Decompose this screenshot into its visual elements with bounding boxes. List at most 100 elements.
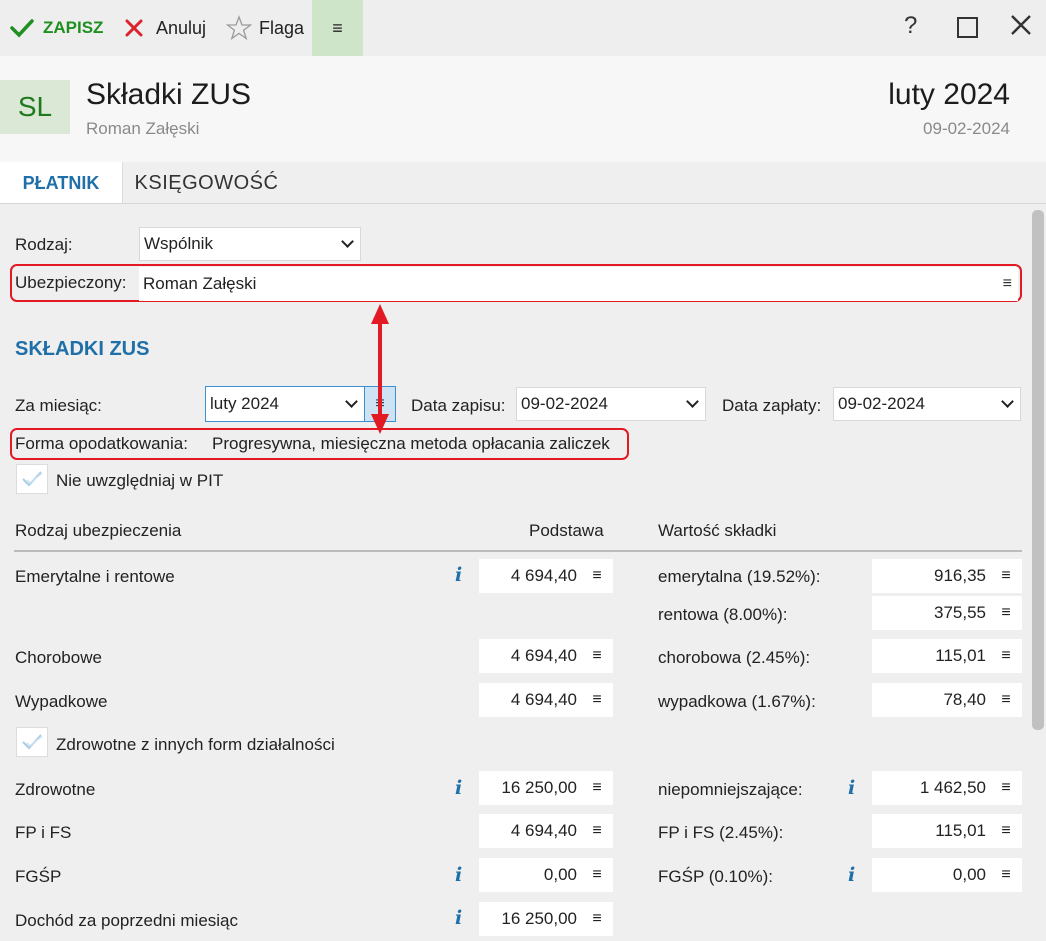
page-title: Składki ZUS <box>86 78 252 111</box>
checkmark-icon <box>10 19 34 38</box>
save-label: ZAPISZ <box>43 18 104 37</box>
flag-label: Flaga <box>259 17 305 38</box>
info-icon[interactable]: i <box>455 777 462 799</box>
ubezpieczony-label: Ubezpieczony: <box>15 273 127 292</box>
list-menu-icon[interactable]: ≡ <box>990 604 1022 622</box>
row-label-dochod: Dochód za poprzedni miesiąc <box>15 911 239 930</box>
flag-button[interactable]: Flaga <box>226 0 304 56</box>
zdrowotne-inne-label: Zdrowotne z innych form działalności <box>56 735 335 754</box>
info-icon[interactable]: i <box>848 864 855 886</box>
nie-uwzgledniaj-pit-checkbox[interactable] <box>16 464 48 494</box>
maximize-button[interactable] <box>957 17 978 38</box>
base-value: 16 250,00 <box>501 778 577 797</box>
value-label-rentowa: rentowa (8.00%): <box>658 605 788 624</box>
question-icon: ? <box>904 12 918 39</box>
list-menu-icon[interactable]: ≡ <box>581 647 613 665</box>
contribution-value: 115,01 <box>935 821 986 840</box>
tab-divider <box>0 203 1046 204</box>
rodzaj-value: Wspólnik <box>144 234 213 253</box>
row-label-chorobowe: Chorobowe <box>15 648 102 667</box>
help-button[interactable]: ? <box>904 12 917 40</box>
column-header-podstawa: Podstawa <box>529 521 604 540</box>
list-menu-icon[interactable]: ≡ <box>990 691 1022 709</box>
menu-icon: ≡ <box>332 17 343 38</box>
value-field-emerytalna[interactable]: 916,35 ≡ <box>872 559 1022 593</box>
document-date: 09-02-2024 <box>923 119 1010 138</box>
base-value: 4 694,40 <box>510 566 577 585</box>
contribution-value: 78,40 <box>943 690 986 709</box>
table-header-divider <box>14 550 1022 552</box>
document-type-badge: SL <box>0 80 70 134</box>
close-button[interactable] <box>1010 14 1032 41</box>
base-field-zdrowotne[interactable]: 16 250,00 ≡ <box>479 771 613 805</box>
zdrowotne-inne-checkbox[interactable] <box>16 727 48 757</box>
base-field-emerytalne[interactable]: 4 694,40 ≡ <box>479 559 613 593</box>
base-value: 4 694,40 <box>510 646 577 665</box>
base-value: 4 694,40 <box>510 821 577 840</box>
list-menu-icon[interactable]: ≡ <box>990 822 1022 840</box>
value-label-emerytalna: emerytalna (19.52%): <box>658 567 821 586</box>
list-menu-icon[interactable]: ≡ <box>581 822 613 840</box>
contribution-value: 1 462,50 <box>919 778 986 797</box>
tab-platnik[interactable]: PŁATNIK <box>0 162 123 204</box>
base-field-fgsp[interactable]: 0,00 ≡ <box>479 858 613 892</box>
value-field-fgsp[interactable]: 0,00 ≡ <box>872 858 1022 892</box>
chevron-down-icon <box>341 235 354 248</box>
list-menu-icon[interactable]: ≡ <box>581 910 613 928</box>
list-menu-icon[interactable]: ≡ <box>581 779 613 797</box>
chevron-down-icon <box>345 395 358 408</box>
list-menu-icon[interactable]: ≡ <box>990 866 1022 884</box>
contribution-value: 0,00 <box>952 865 986 884</box>
base-value: 16 250,00 <box>501 909 577 928</box>
base-field-chorobowe[interactable]: 4 694,40 ≡ <box>479 639 613 673</box>
row-label-fpfs: FP i FS <box>15 823 72 842</box>
value-field-chorobowa[interactable]: 115,01 ≡ <box>872 639 1022 673</box>
period-label: luty 2024 <box>888 78 1010 111</box>
annotation-arrow-icon <box>371 304 389 434</box>
base-field-fpfs[interactable]: 4 694,40 ≡ <box>479 814 613 848</box>
list-menu-icon[interactable]: ≡ <box>581 567 613 585</box>
value-label-niepomniejszajace: niepomniejszające: <box>658 780 803 799</box>
za-miesiac-select[interactable]: luty 2024 <box>205 386 365 422</box>
row-label-wypadkowe: Wypadkowe <box>15 692 108 711</box>
ubezpieczony-field[interactable]: Roman Załęski ≡ <box>139 267 1018 301</box>
list-menu-icon[interactable]: ≡ <box>1003 275 1012 293</box>
info-icon[interactable]: i <box>455 864 462 886</box>
data-zapisu-select[interactable]: 09-02-2024 <box>516 387 706 421</box>
data-zapisu-value: 09-02-2024 <box>521 394 608 413</box>
rodzaj-label: Rodzaj: <box>15 235 73 254</box>
save-button[interactable]: ZAPISZ <box>10 0 103 56</box>
ubezpieczony-value: Roman Załęski <box>143 274 257 293</box>
checkmark-icon <box>22 471 43 487</box>
info-icon[interactable]: i <box>455 907 462 929</box>
value-field-niepomniejszajace[interactable]: 1 462,50 ≡ <box>872 771 1022 805</box>
row-label-emerytalne: Emerytalne i rentowe <box>15 567 175 586</box>
base-value: 0,00 <box>543 865 577 884</box>
star-icon <box>226 15 252 41</box>
value-label-chorobowa: chorobowa (2.45%): <box>658 648 811 667</box>
list-menu-icon[interactable]: ≡ <box>581 866 613 884</box>
list-menu-icon[interactable]: ≡ <box>581 691 613 709</box>
info-icon[interactable]: i <box>848 777 855 799</box>
list-menu-icon[interactable]: ≡ <box>990 567 1022 585</box>
rodzaj-select[interactable]: Wspólnik <box>139 227 361 261</box>
tab-ksiegowosc[interactable]: KSIĘGOWOŚĆ <box>124 162 289 204</box>
menu-button[interactable]: ≡ <box>312 0 363 56</box>
data-zaplaty-value: 09-02-2024 <box>838 394 925 413</box>
data-zaplaty-label: Data zapłaty: <box>722 396 822 415</box>
list-menu-icon[interactable]: ≡ <box>990 647 1022 665</box>
column-header-rodzaj: Rodzaj ubezpieczenia <box>15 521 182 540</box>
data-zaplaty-select[interactable]: 09-02-2024 <box>833 387 1021 421</box>
info-icon[interactable]: i <box>455 564 462 586</box>
base-field-dochod[interactable]: 16 250,00 ≡ <box>479 902 613 936</box>
scrollbar-thumb[interactable] <box>1032 210 1044 730</box>
list-menu-icon[interactable]: ≡ <box>990 779 1022 797</box>
value-field-wypadkowa[interactable]: 78,40 ≡ <box>872 683 1022 717</box>
cancel-button[interactable]: Anuluj <box>124 0 206 56</box>
value-field-fpfs[interactable]: 115,01 ≡ <box>872 814 1022 848</box>
column-header-wartosc: Wartość składki <box>658 521 777 540</box>
base-field-wypadkowe[interactable]: 4 694,40 ≡ <box>479 683 613 717</box>
data-zapisu-label: Data zapisu: <box>411 396 506 415</box>
value-field-rentowa[interactable]: 375,55 ≡ <box>872 596 1022 630</box>
base-value: 4 694,40 <box>510 690 577 709</box>
